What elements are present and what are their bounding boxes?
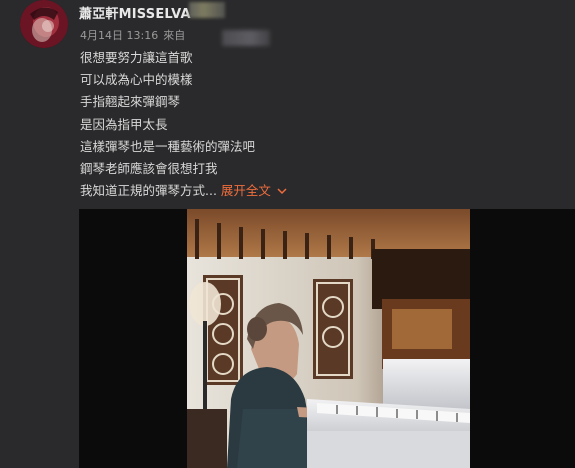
redacted-blur — [189, 2, 225, 18]
weibo-post: 蕭亞軒MISSELVA 4月14日 13:16 來自 很想要努力讓這首歌 可以成為… — [0, 0, 575, 468]
expand-label[interactable]: 展开全文 — [221, 183, 271, 198]
username[interactable]: 蕭亞軒MISSELVA — [79, 3, 191, 22]
redacted-blur-source — [222, 30, 270, 46]
post-text-line: 手指翹起來彈鋼琴 — [80, 94, 181, 110]
post-text-line-last: 我知道正規的彈琴方式... 展开全文 — [80, 180, 287, 203]
chevron-down-icon[interactable] — [277, 181, 287, 203]
video-player[interactable] — [79, 209, 575, 468]
expand-full-text-link[interactable]: 展开全文 — [221, 183, 287, 198]
post-text-truncated: 我知道正規的彈琴方式... — [80, 183, 217, 199]
post-text-line: 鋼琴老師應該會很想打我 — [80, 161, 218, 177]
post-source: 來自 — [163, 29, 186, 42]
post-meta: 4月14日 13:16 來自 — [80, 27, 190, 43]
avatar[interactable] — [20, 0, 68, 48]
post-text-line: 可以成為心中的模樣 — [80, 72, 193, 88]
post-date[interactable]: 4月14日 13:16 — [80, 29, 158, 42]
post-text-line: 這樣彈琴也是一種藝術的彈法吧 — [80, 138, 256, 154]
post-text: 很想要努力讓這首歌 可以成為心中的模樣 手指翹起來彈鋼琴 是因為指甲太長 這樣彈… — [80, 47, 287, 203]
post-text-line: 很想要努力讓這首歌 — [80, 50, 193, 65]
post-text-line: 是因為指甲太長 — [80, 116, 168, 132]
post-photo[interactable] — [187, 209, 470, 468]
